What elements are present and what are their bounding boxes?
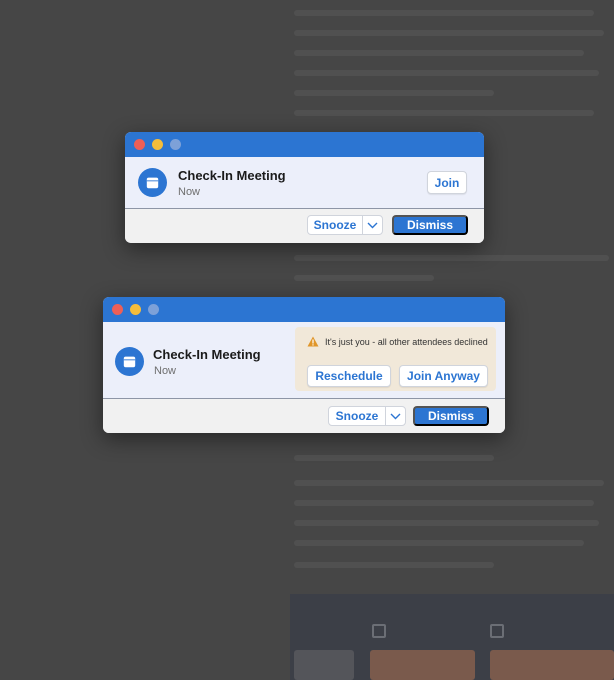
close-window-button[interactable]	[112, 304, 123, 315]
title-bar[interactable]	[103, 297, 505, 322]
maximize-window-button[interactable]	[148, 304, 159, 315]
calendar-icon	[115, 347, 144, 376]
notification-footer: Snooze Dismiss	[103, 399, 505, 433]
snooze-dropdown[interactable]: Snooze	[307, 215, 383, 235]
warning-text: It's just you - all other attendees decl…	[325, 336, 488, 347]
meeting-reminder-window: Check-In Meeting Now Join Snooze Dismiss	[125, 132, 484, 243]
close-window-button[interactable]	[134, 139, 145, 150]
meeting-title: Check-In Meeting	[153, 347, 261, 362]
snooze-options-toggle[interactable]	[385, 407, 405, 425]
meeting-time: Now	[178, 186, 201, 198]
join-anyway-button[interactable]: Join Anyway	[399, 365, 488, 387]
declined-warning-panel: It's just you - all other attendees decl…	[295, 327, 496, 391]
notification-body: Check-In Meeting Now It's just you - all…	[103, 322, 505, 399]
calendar-icon	[138, 168, 167, 197]
meeting-title: Check-In Meeting	[178, 168, 286, 183]
minimize-window-button[interactable]	[130, 304, 141, 315]
meeting-time: Now	[154, 365, 177, 377]
minimize-window-button[interactable]	[152, 139, 163, 150]
snooze-options-toggle[interactable]	[362, 216, 382, 234]
warning-icon	[307, 336, 319, 347]
warning-message-row: It's just you - all other attendees decl…	[307, 336, 488, 347]
dismiss-button[interactable]: Dismiss	[413, 406, 489, 426]
meeting-reminder-window-declined: Check-In Meeting Now It's just you - all…	[103, 297, 505, 433]
notification-body: Check-In Meeting Now Join	[125, 157, 484, 209]
snooze-dropdown[interactable]: Snooze	[328, 406, 406, 426]
chevron-down-icon	[367, 222, 378, 228]
maximize-window-button[interactable]	[170, 139, 181, 150]
snooze-button[interactable]: Snooze	[329, 407, 385, 425]
reschedule-button[interactable]: Reschedule	[307, 365, 391, 387]
join-button[interactable]: Join	[427, 171, 467, 194]
background-panel	[290, 594, 614, 680]
notification-footer: Snooze Dismiss	[125, 209, 484, 243]
title-bar[interactable]	[125, 132, 484, 157]
chevron-down-icon	[390, 413, 401, 419]
dismiss-button[interactable]: Dismiss	[392, 215, 468, 235]
snooze-button[interactable]: Snooze	[308, 216, 362, 234]
